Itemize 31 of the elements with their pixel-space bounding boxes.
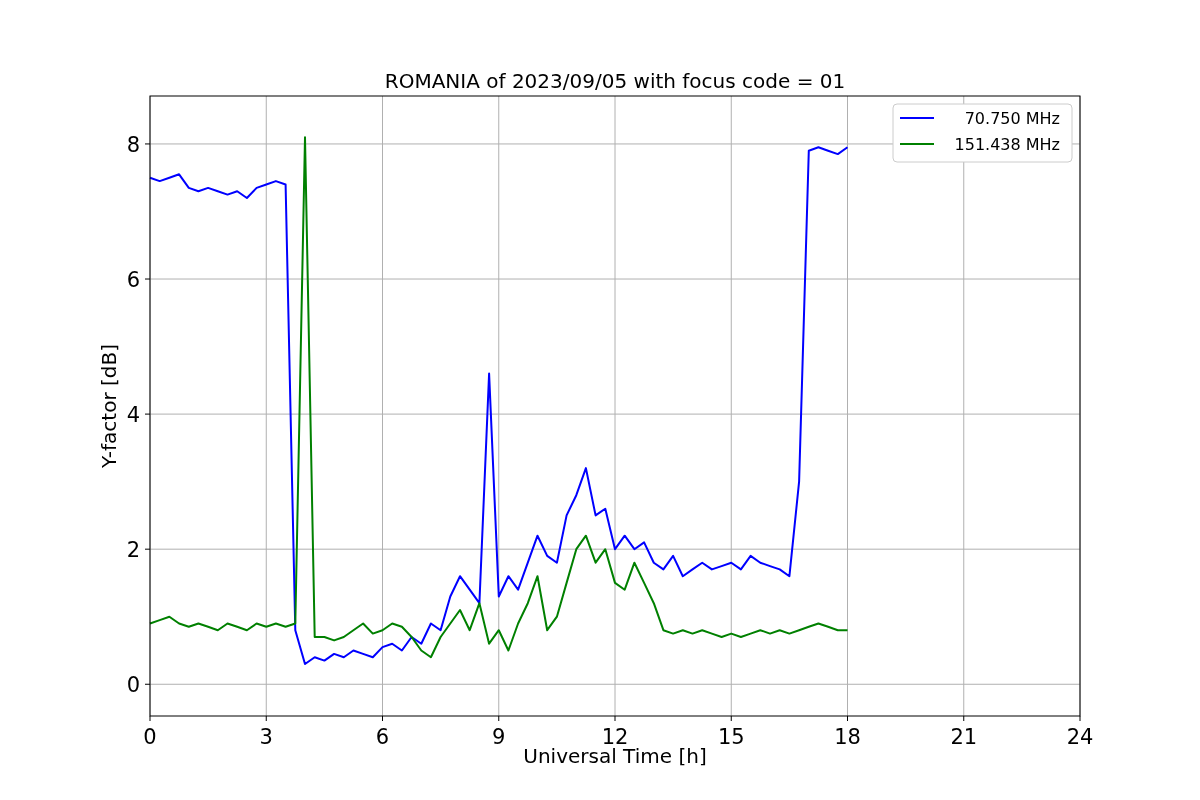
tick-mark bbox=[144, 548, 151, 550]
x-tick-label: 6 bbox=[375, 725, 390, 749]
y-tick-label: 2 bbox=[126, 538, 140, 563]
y-tick-label: 6 bbox=[126, 268, 140, 293]
x-tick-label: 21 bbox=[950, 725, 978, 749]
x-tick-label: 3 bbox=[259, 725, 273, 749]
tick-mark bbox=[149, 715, 151, 722]
tick-mark bbox=[382, 715, 383, 722]
chart-title: ROMANIA of 2023/09/05 with focus code = 01 bbox=[384, 69, 846, 93]
tick-mark bbox=[144, 278, 151, 280]
legend-label: 70.750 MHz bbox=[964, 109, 1060, 128]
tick-mark bbox=[144, 683, 151, 685]
tick-mark bbox=[498, 715, 500, 722]
tick-mark bbox=[265, 715, 267, 722]
x-tick-label: 24 bbox=[1066, 725, 1094, 749]
tick-mark bbox=[144, 143, 151, 145]
y-tick-label: 4 bbox=[126, 403, 140, 428]
x-tick-label: 18 bbox=[834, 725, 861, 749]
y-axis-label: Y-factor [dB] bbox=[97, 344, 121, 468]
x-tick-label: 0 bbox=[143, 725, 157, 749]
y-tick-label: 8 bbox=[126, 132, 140, 157]
tick-mark bbox=[144, 413, 151, 415]
tick-mark bbox=[730, 715, 732, 722]
x-tick-label: 9 bbox=[492, 725, 506, 749]
tick-mark bbox=[614, 715, 616, 722]
tick-mark bbox=[847, 715, 848, 722]
legend-label: 151.438 MHz bbox=[954, 135, 1060, 154]
y-tick-label: 0 bbox=[126, 673, 140, 698]
x-tick-label: 15 bbox=[717, 725, 745, 749]
tick-mark bbox=[963, 715, 965, 722]
tick-mark bbox=[1079, 715, 1081, 722]
